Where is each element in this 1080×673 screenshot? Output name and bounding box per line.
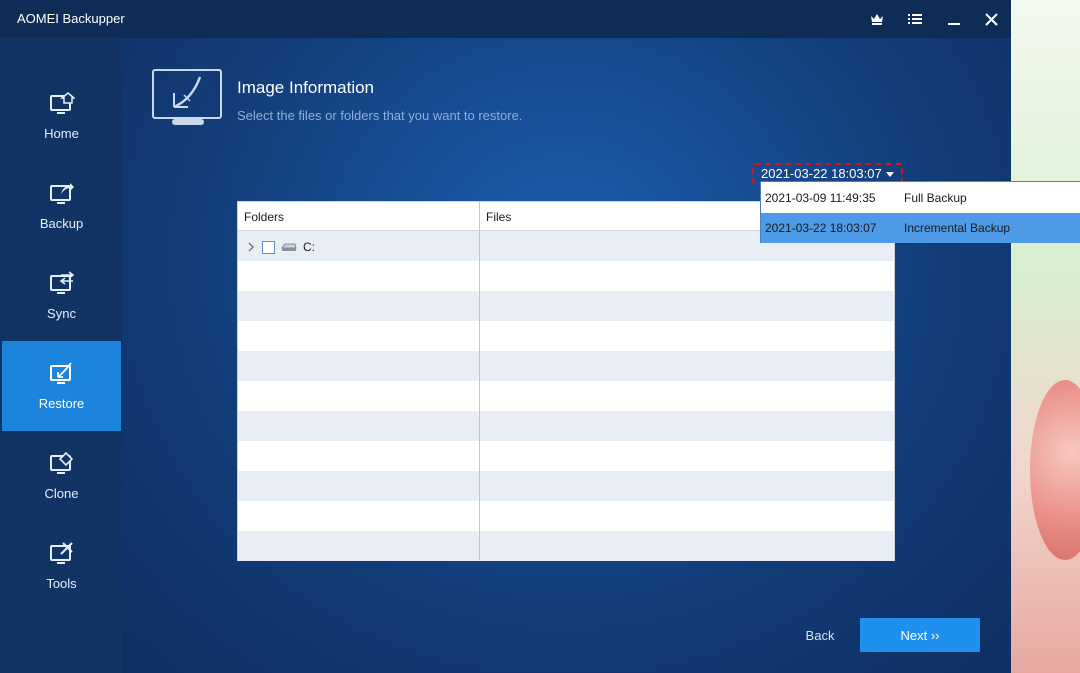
chevron-down-icon xyxy=(886,172,894,177)
chevron-right-icon[interactable] xyxy=(246,241,256,253)
sidebar: Home Backup Sync Restore Clone Tools xyxy=(0,38,122,673)
drive-label[interactable]: C: xyxy=(303,240,315,254)
home-icon xyxy=(49,92,75,114)
back-button[interactable]: Back xyxy=(795,618,845,652)
restore-icon xyxy=(49,362,72,384)
minimize-icon[interactable] xyxy=(942,8,966,30)
sidebar-item-restore[interactable]: Restore xyxy=(2,341,121,431)
titlebar: AOMEI Backupper xyxy=(0,0,1011,38)
sidebar-item-backup[interactable]: Backup xyxy=(2,161,121,251)
tools-icon xyxy=(49,542,73,564)
table-row xyxy=(238,291,894,321)
tree-item-c-drive: C: xyxy=(246,239,315,255)
dropdown-option-full-backup[interactable]: 2021-03-09 11:49:35 Full Backup xyxy=(761,183,1080,213)
table-row xyxy=(238,501,894,531)
table-row xyxy=(238,411,894,441)
table-row xyxy=(238,321,894,351)
column-header-files[interactable]: Files xyxy=(486,210,511,224)
drive-icon xyxy=(281,243,297,251)
menu-icon[interactable] xyxy=(903,8,927,30)
desktop-decoration xyxy=(1030,380,1080,560)
desktop-background xyxy=(1010,0,1080,673)
sidebar-item-tools[interactable]: Tools xyxy=(2,521,121,611)
column-divider[interactable] xyxy=(479,202,480,560)
image-restore-icon xyxy=(152,69,222,125)
sidebar-item-home[interactable]: Home xyxy=(2,71,121,161)
sidebar-item-clone[interactable]: Clone xyxy=(2,431,121,521)
backup-point-value: 2021-03-22 18:03:07 xyxy=(761,166,882,181)
sync-icon xyxy=(49,271,74,294)
main-panel: Image Information Select the files or fo… xyxy=(122,38,1011,673)
table-row xyxy=(238,471,894,501)
backup-point-dropdown: 2021-03-09 11:49:35 Full Backup 2021-03-… xyxy=(760,181,1080,243)
table-row xyxy=(238,261,894,291)
table-rows xyxy=(238,231,894,561)
table-row xyxy=(238,531,894,561)
crown-icon[interactable] xyxy=(865,8,889,30)
drive-checkbox[interactable] xyxy=(262,240,275,254)
app-window: AOMEI Backupper Home Backup Sync Restore… xyxy=(0,0,1080,673)
table-row xyxy=(238,381,894,411)
window-title: AOMEI Backupper xyxy=(17,11,125,26)
column-header-folders[interactable]: Folders xyxy=(244,210,284,224)
sidebar-item-sync[interactable]: Sync xyxy=(2,251,121,341)
page-subtitle: Select the files or folders that you wan… xyxy=(237,108,523,123)
page-title: Image Information xyxy=(237,78,375,97)
clone-icon xyxy=(49,451,73,474)
table-row xyxy=(238,441,894,471)
file-table: Folders Files C: xyxy=(237,201,895,561)
dropdown-option-incremental-backup[interactable]: 2021-03-22 18:03:07 Incremental Backup xyxy=(761,213,1080,243)
table-row xyxy=(238,351,894,381)
next-button[interactable]: Next ›› xyxy=(860,618,980,652)
backup-icon xyxy=(49,183,74,204)
close-icon[interactable] xyxy=(979,8,1003,30)
